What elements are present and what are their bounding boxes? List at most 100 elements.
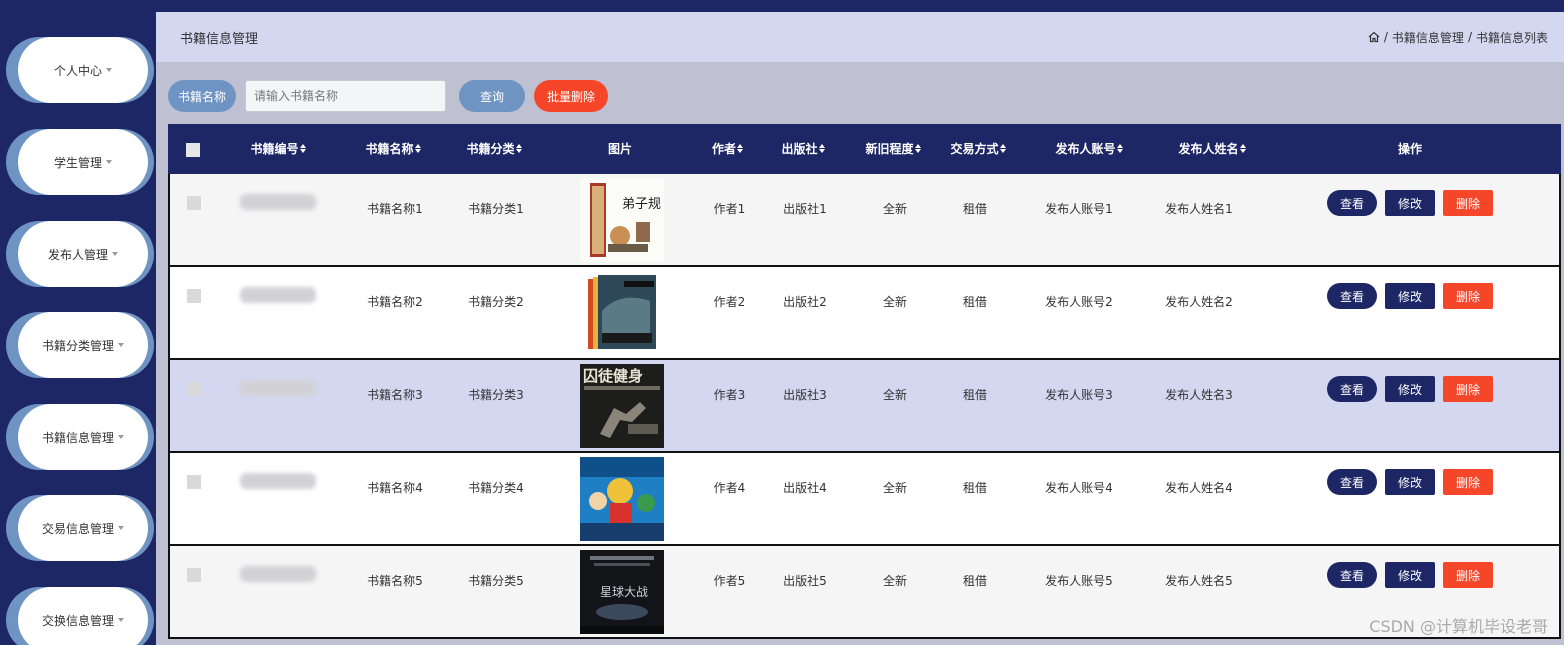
home-icon[interactable]	[1368, 31, 1380, 43]
column-header-label: 操作	[1397, 142, 1422, 156]
caret-down-icon	[112, 252, 118, 256]
column-header-author[interactable]: 作者	[689, 124, 766, 174]
book-cover-image	[580, 457, 664, 541]
sidebar-item-label: 学生管理	[53, 155, 102, 170]
sidebar-item-label: 发布人管理	[47, 247, 108, 262]
column-header-publisher[interactable]: 出版社	[763, 124, 843, 174]
sidebar-item-book-category-management[interactable]: 书籍分类管理	[6, 312, 154, 378]
column-header-poster-name[interactable]: 发布人姓名	[1152, 124, 1272, 174]
caret-down-icon	[118, 343, 124, 347]
delete-button[interactable]: 删除	[1443, 469, 1493, 495]
column-header-label: 作者	[711, 142, 736, 156]
cell-publisher: 出版社4	[783, 481, 827, 495]
sidebar-item-pill[interactable]: 学生管理	[18, 129, 148, 195]
top-strip	[156, 0, 1564, 12]
cell-publisher: 出版社3	[783, 388, 827, 402]
book-cover-text: 弟子规	[622, 197, 661, 212]
column-header-actions: 操作	[1360, 124, 1460, 174]
cell-trade-method: 租借	[962, 481, 987, 495]
sidebar-item-personal-center[interactable]: 个人中心	[6, 37, 154, 103]
cell-book-name: 书籍名称4	[367, 481, 423, 495]
row-checkbox[interactable]	[187, 475, 201, 489]
table-row: 书籍名称4 书籍分类4 作者4 出版社4 全新 租借 发布人账号4 发布人姓名4…	[168, 453, 1561, 546]
column-header-trade-method[interactable]: 交易方式	[928, 124, 1028, 174]
row-checkbox[interactable]	[187, 568, 201, 582]
view-button[interactable]: 查看	[1327, 469, 1377, 495]
column-header-book-name[interactable]: 书籍名称	[343, 124, 443, 174]
table-row: 书籍名称5 书籍分类5 星球大战 作者5 出版社5 全新 租借 发布人账号5 发…	[168, 546, 1561, 639]
column-header-book-id[interactable]: 书籍编号	[228, 124, 328, 174]
sidebar-item-book-info-management[interactable]: 书籍信息管理	[6, 404, 154, 470]
sidebar-item-pill[interactable]: 交易信息管理	[18, 495, 148, 561]
view-button[interactable]: 查看	[1327, 376, 1377, 402]
edit-button[interactable]: 修改	[1385, 283, 1435, 309]
sidebar-item-exchange-info-management[interactable]: 交换信息管理	[6, 587, 154, 645]
edit-button[interactable]: 修改	[1385, 190, 1435, 216]
cell-publisher: 出版社2	[783, 295, 827, 309]
cell-poster-account: 发布人账号1	[1045, 202, 1113, 216]
edit-button[interactable]: 修改	[1385, 376, 1435, 402]
book-id-redacted	[240, 380, 316, 396]
main-content: 书籍信息管理 / 书籍信息管理 / 书籍信息列表 书籍名称 查询 批量删除 书籍…	[156, 12, 1564, 645]
row-checkbox[interactable]	[187, 289, 201, 303]
cell-publisher: 出版社5	[783, 574, 827, 588]
cell-trade-method: 租借	[962, 574, 987, 588]
cell-author: 作者4	[713, 481, 746, 495]
table-header: 书籍编号 书籍名称 书籍分类 图片 作者 出版社 新旧程度 交易方式 发布人账号…	[168, 124, 1561, 174]
sidebar-item-trade-info-management[interactable]: 交易信息管理	[6, 495, 154, 561]
column-header-book-category[interactable]: 书籍分类	[444, 124, 544, 174]
cell-poster-account: 发布人账号4	[1045, 481, 1113, 495]
delete-button[interactable]: 删除	[1443, 376, 1493, 402]
book-cover-image: 星球大战	[580, 550, 664, 634]
cell-publisher: 出版社1	[783, 202, 827, 216]
edit-button[interactable]: 修改	[1385, 469, 1435, 495]
sidebar-item-publisher-management[interactable]: 发布人管理	[6, 221, 154, 287]
sidebar-item-pill[interactable]: 交换信息管理	[18, 587, 148, 645]
sidebar-item-pill[interactable]: 书籍信息管理	[18, 404, 148, 470]
book-table: 书籍编号 书籍名称 书籍分类 图片 作者 出版社 新旧程度 交易方式 发布人账号…	[168, 124, 1561, 639]
cell-poster-account: 发布人账号2	[1045, 295, 1113, 309]
breadcrumb-item[interactable]: 书籍信息管理	[1392, 29, 1464, 46]
sort-icon	[1116, 144, 1123, 153]
column-header-label: 交易方式	[950, 142, 999, 156]
view-button[interactable]: 查看	[1327, 190, 1377, 216]
page-header: 书籍信息管理 / 书籍信息管理 / 书籍信息列表	[156, 12, 1564, 62]
sidebar-item-student-management[interactable]: 学生管理	[6, 129, 154, 195]
edit-button[interactable]: 修改	[1385, 562, 1435, 588]
sidebar-item-pill[interactable]: 书籍分类管理	[18, 312, 148, 378]
row-checkbox[interactable]	[187, 382, 201, 396]
sidebar-item-pill[interactable]: 发布人管理	[18, 221, 148, 287]
column-header-label: 发布人账号	[1055, 142, 1116, 156]
sort-icon	[737, 144, 743, 153]
delete-button[interactable]: 删除	[1443, 190, 1493, 216]
delete-button[interactable]: 删除	[1443, 283, 1493, 309]
search-input[interactable]	[245, 80, 447, 112]
view-button[interactable]: 查看	[1327, 283, 1377, 309]
book-id-redacted	[240, 566, 316, 582]
table-row: 书籍名称3 书籍分类3 囚徒健身 作者3 出版社3 全新 租借 发布人账号3 发…	[168, 360, 1561, 453]
breadcrumb-separator: /	[1383, 30, 1388, 44]
query-button[interactable]: 查询	[459, 80, 526, 112]
cell-poster-name: 发布人姓名4	[1165, 481, 1233, 495]
cell-book-name: 书籍名称2	[367, 295, 423, 309]
cell-book-category: 书籍分类1	[468, 202, 524, 216]
row-checkbox[interactable]	[187, 196, 201, 210]
sidebar-item-label: 交换信息管理	[41, 613, 114, 628]
column-header-label: 书籍编号	[250, 142, 299, 156]
delete-button[interactable]: 删除	[1443, 562, 1493, 588]
cell-book-name: 书籍名称3	[367, 388, 423, 402]
table-row: 书籍名称2 书籍分类2 作者2 出版社2 全新 租借 发布人账号2 发布人姓名2…	[168, 267, 1561, 360]
cell-poster-account: 发布人账号5	[1045, 574, 1113, 588]
sort-icon	[299, 144, 306, 153]
cell-book-category: 书籍分类5	[468, 574, 524, 588]
sort-icon	[1239, 144, 1246, 153]
cell-poster-name: 发布人姓名3	[1165, 388, 1233, 402]
caret-down-icon	[106, 160, 112, 164]
batch-delete-button[interactable]: 批量删除	[534, 80, 609, 112]
column-header-poster-account[interactable]: 发布人账号	[1029, 124, 1149, 174]
column-header-image: 图片	[570, 124, 670, 174]
sidebar-item-pill[interactable]: 个人中心	[18, 37, 148, 103]
select-all-checkbox[interactable]	[186, 142, 200, 157]
cell-author: 作者1	[713, 202, 746, 216]
view-button[interactable]: 查看	[1327, 562, 1377, 588]
